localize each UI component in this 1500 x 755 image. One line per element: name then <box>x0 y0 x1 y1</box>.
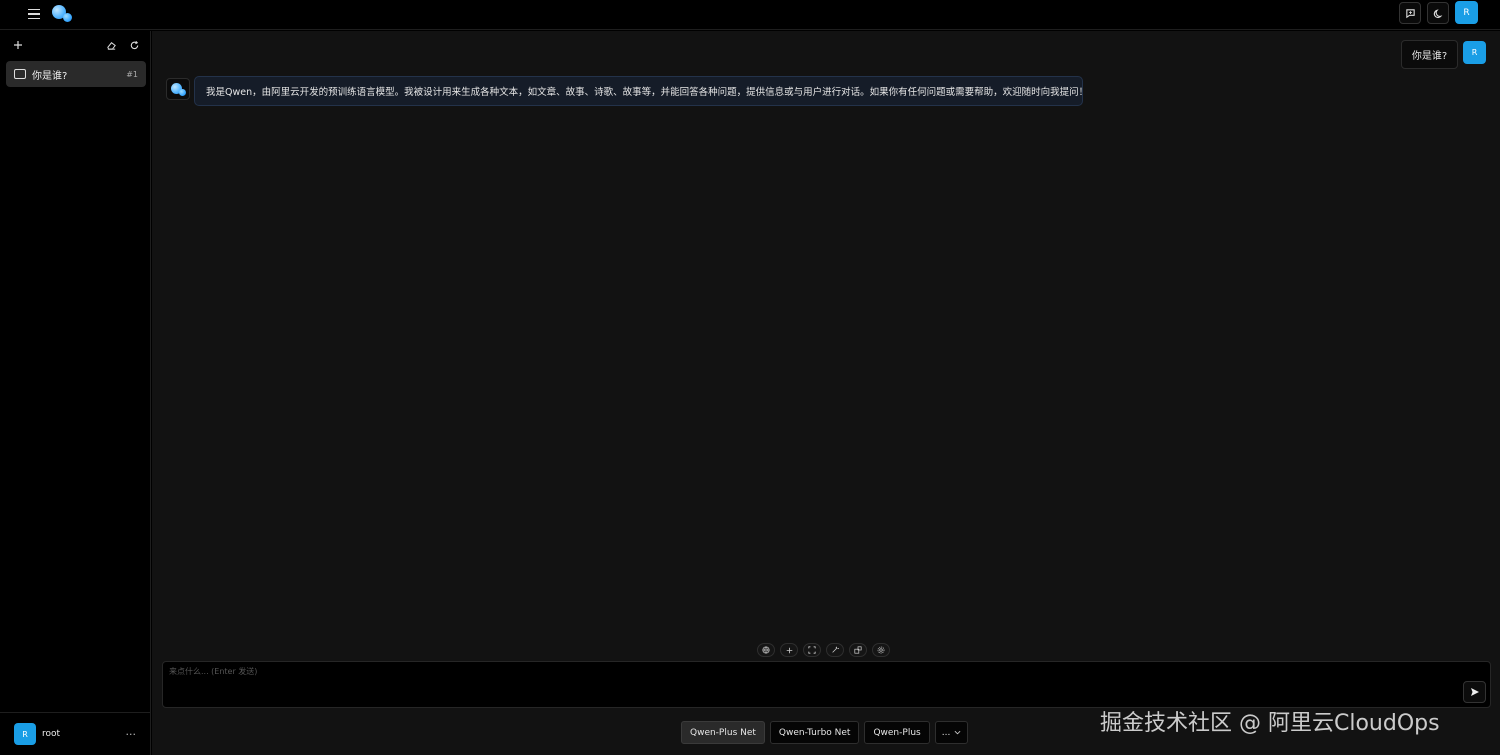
send-icon <box>1470 688 1479 696</box>
avatar[interactable]: R <box>14 723 36 745</box>
username: root <box>42 729 61 739</box>
message-composer <box>162 661 1491 708</box>
model-option-qwen-plus[interactable]: Qwen-Plus <box>864 721 930 744</box>
assistant-avatar <box>166 78 190 100</box>
magic-wand-icon[interactable] <box>826 643 844 657</box>
globe-icon[interactable] <box>757 643 775 657</box>
chat-count: #1 <box>126 69 138 79</box>
assistant-message: 我是Qwen，由阿里云开发的预训练语言模型。我被设计用来生成各种文本，如文章、故… <box>194 76 1083 106</box>
eraser-icon[interactable] <box>103 37 119 53</box>
user-avatar[interactable]: R <box>1455 1 1478 24</box>
settings-icon[interactable] <box>872 643 890 657</box>
more-models-dropdown[interactable]: ... <box>934 721 969 744</box>
user-message-avatar: R <box>1463 41 1486 64</box>
sidebar-user: R root ··· <box>0 712 150 755</box>
model-option-qwen-plus-net[interactable]: Qwen-Plus Net <box>681 721 765 744</box>
chat-list-item[interactable]: 你是谁? #1 <box>6 61 146 87</box>
sidebar: 你是谁? #1 R root ··· <box>0 31 151 755</box>
more-options-button[interactable]: ··· <box>126 728 137 741</box>
plus-icon[interactable] <box>780 643 798 657</box>
chat-title: 你是谁? <box>32 70 68 82</box>
user-message: 你是谁? <box>1401 40 1458 69</box>
expand-icon[interactable] <box>803 643 821 657</box>
plugins-icon[interactable] <box>849 643 867 657</box>
message-input[interactable] <box>169 666 1449 688</box>
menu-icon[interactable] <box>24 4 44 24</box>
chat-bubble-icon <box>14 69 26 79</box>
new-chat-icon[interactable] <box>1399 2 1421 24</box>
send-button[interactable] <box>1463 681 1486 703</box>
app-logo <box>52 5 74 23</box>
chat-area: 你是谁? R 我是Qwen，由阿里云开发的预训练语言模型。我被设计用来生成各种文… <box>152 31 1500 755</box>
model-option-qwen-turbo-net[interactable]: Qwen-Turbo Net <box>769 721 860 744</box>
more-models-label: ... <box>941 727 951 738</box>
moon-icon[interactable] <box>1427 2 1449 24</box>
watermark: 掘金技术社区 @ 阿里云CloudOps <box>1100 711 1440 736</box>
refresh-icon[interactable] <box>126 37 142 53</box>
top-bar: R <box>0 0 1500 30</box>
composer-toolbar <box>757 643 890 657</box>
plus-icon[interactable] <box>10 37 26 53</box>
chevron-down-icon <box>954 730 961 735</box>
model-selector: Qwen-Plus Net Qwen-Turbo Net Qwen-Plus .… <box>681 721 969 744</box>
